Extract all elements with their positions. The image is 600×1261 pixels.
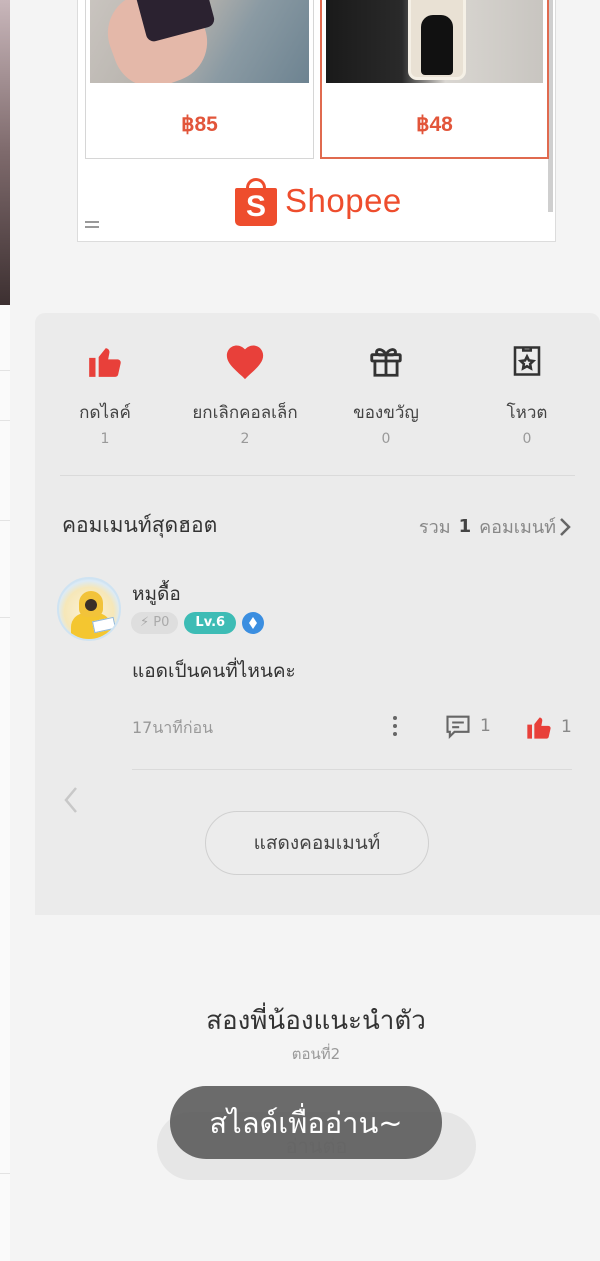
avatar[interactable] <box>57 577 121 641</box>
gift-action[interactable]: ของขวัญ 0 <box>316 341 456 447</box>
page-edge-lines <box>0 305 10 1261</box>
divider <box>60 475 575 476</box>
episode-label: ตอนที่2 <box>291 1045 341 1063</box>
product-image <box>326 0 543 83</box>
chevron-right-icon <box>560 517 571 536</box>
total-comments-link[interactable]: รวม 1 คอมเมนท์ <box>419 512 572 541</box>
chevron-left-icon[interactable] <box>62 785 80 819</box>
swipe-toast: สไลด์เพื่ออ่าน~ <box>170 1086 442 1159</box>
stats-row: กดไลค์ 1 ยกเลิกคอลเล็ก 2 ของขวัญ 0 โหวต … <box>35 313 600 475</box>
hot-comments-title: คอมเมนท์สุดฮอต <box>62 513 218 537</box>
gift-icon <box>316 341 456 381</box>
bolt-icon: ⚡ <box>140 615 150 630</box>
show-comments-button[interactable]: แสดงคอมเมนท์ <box>205 811 429 875</box>
more-options-icon[interactable] <box>386 714 404 738</box>
diamond-badge-icon <box>242 612 265 634</box>
ad-menu-icon[interactable] <box>85 221 99 231</box>
next-chapter-title: สองพี่น้องแนะนำตัว <box>206 1006 426 1036</box>
shopee-logo[interactable]: S Shopee <box>235 176 402 226</box>
like-action[interactable]: กดไลค์ 1 <box>35 341 175 447</box>
points-badge: ⚡ P0 <box>131 612 179 634</box>
ad-product-card-selected[interactable]: ฿48 <box>320 0 549 159</box>
comment-like-button[interactable]: 1 <box>525 713 572 741</box>
shopee-wordmark: Shopee <box>285 182 402 219</box>
heart-icon <box>175 341 315 381</box>
vote-ticket-icon <box>457 341 597 381</box>
product-price: ฿85 <box>181 113 218 136</box>
previous-page-edge <box>0 0 10 305</box>
comment-time: 17นาทีก่อน <box>132 718 214 737</box>
reply-button[interactable]: 1 <box>444 712 491 740</box>
vote-action[interactable]: โหวต 0 <box>457 341 597 447</box>
level-badge: Lv.6 <box>184 612 237 634</box>
comment-username[interactable]: หมูดื้อ <box>132 579 181 609</box>
shopee-bag-icon: S <box>235 176 277 226</box>
thumbs-up-icon <box>35 341 175 381</box>
interaction-panel: กดไลค์ 1 ยกเลิกคอลเล็ก 2 ของขวัญ 0 โหวต … <box>35 313 600 915</box>
thumbs-up-icon <box>527 717 551 739</box>
product-image <box>90 0 309 83</box>
product-price: ฿48 <box>416 113 453 136</box>
collection-action[interactable]: ยกเลิกคอลเล็ก 2 <box>175 341 315 447</box>
shopee-ad-card[interactable]: ฿85 ฿48 S Shopee <box>77 0 556 242</box>
reply-icon <box>446 715 470 740</box>
comment-divider <box>132 769 572 770</box>
user-badges: ⚡ P0 Lv.6 <box>131 612 265 634</box>
ad-product-card[interactable]: ฿85 <box>85 0 314 159</box>
comment-text: แอดเป็นคนที่ไหนคะ <box>132 660 296 682</box>
